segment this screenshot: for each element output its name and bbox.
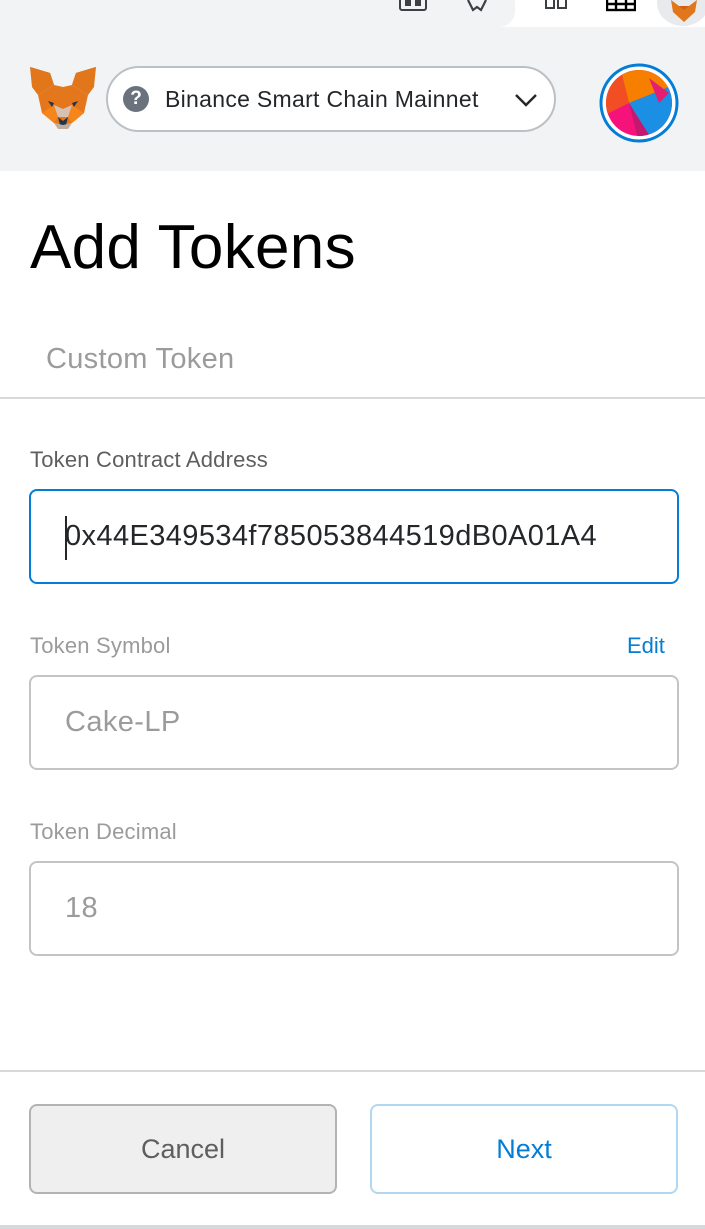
token-symbol-value: Cake-LP [65,706,181,738]
text-caret [65,516,67,560]
next-button[interactable]: Next [370,1104,678,1194]
metamask-extension-button[interactable] [657,0,705,26]
browser-toolbar [0,0,705,28]
help-circle-icon: ? [123,86,149,112]
token-address-input[interactable]: 0x44E349534f785053844519dB0A01A4 [29,489,679,584]
token-symbol-input[interactable]: Cake-LP [29,675,679,770]
extension-icon[interactable] [544,0,568,12]
window-bottom-edge [0,1225,705,1229]
token-symbol-edit-link[interactable]: Edit [627,633,665,659]
token-symbol-label: Token Symbol [30,633,171,658]
token-address-label: Token Contract Address [30,447,268,472]
tab-grid-icon[interactable] [398,0,428,12]
token-decimal-input[interactable]: 18 [29,861,679,956]
chevron-down-icon [515,94,537,107]
network-selector[interactable]: ? Binance Smart Chain Mainnet [106,66,556,132]
footer-divider [0,1070,705,1072]
cancel-button[interactable]: Cancel [29,1104,337,1194]
page-title: Add Tokens [30,213,356,282]
metamask-small-fox-icon [671,0,697,22]
bookmark-star-icon[interactable] [465,0,489,12]
metamask-fox-icon[interactable] [28,65,98,131]
token-address-value: 0x44E349534f785053844519dB0A01A4 [65,520,598,552]
tab-divider [0,397,705,399]
browser-address-area [0,0,515,27]
token-decimal-label: Token Decimal [30,819,177,844]
apps-grid-icon[interactable] [606,0,636,12]
account-avatar-icon[interactable] [599,63,679,143]
token-decimal-value: 18 [65,892,99,924]
network-name: Binance Smart Chain Mainnet [165,85,479,112]
tab-custom-token[interactable]: Custom Token [46,343,234,376]
